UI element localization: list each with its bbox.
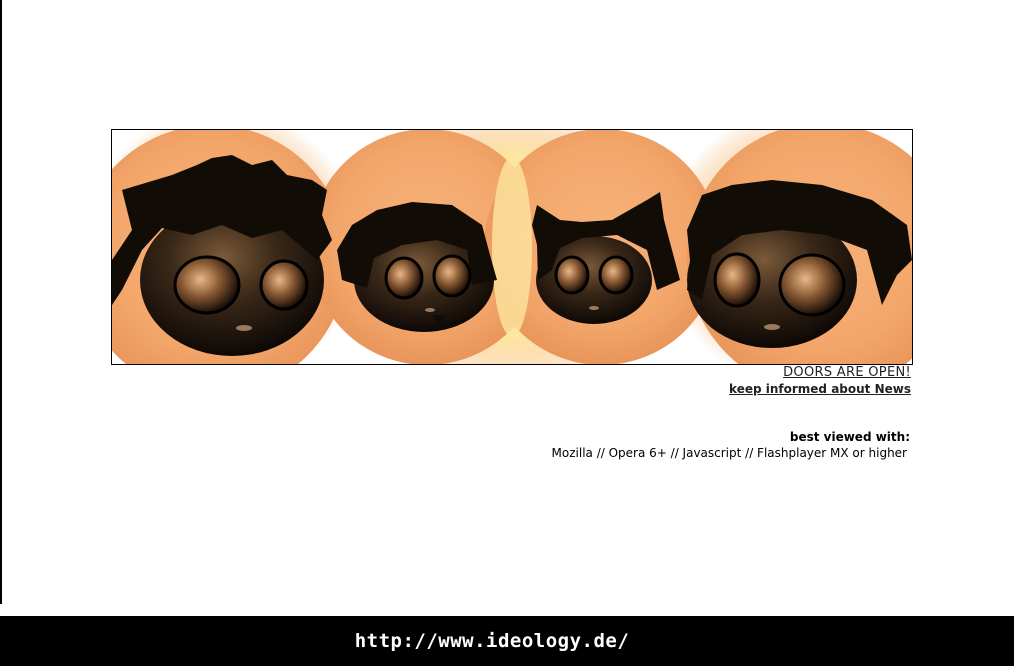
- best-viewed-title: best viewed with:: [789, 430, 910, 444]
- news-link[interactable]: keep informed about News: [729, 382, 911, 396]
- left-border: [0, 0, 2, 604]
- best-viewed-list: Mozilla // Opera 6+ // Javascript // Fla…: [551, 446, 907, 460]
- footer-url: http://www.ideology.de/: [354, 630, 630, 652]
- page: DOORS ARE OPEN! keep informed about News…: [0, 0, 1014, 666]
- footer-bar: http://www.ideology.de/: [0, 616, 1014, 666]
- character-banner: [111, 129, 913, 365]
- doors-open-link[interactable]: DOORS ARE OPEN!: [783, 365, 911, 380]
